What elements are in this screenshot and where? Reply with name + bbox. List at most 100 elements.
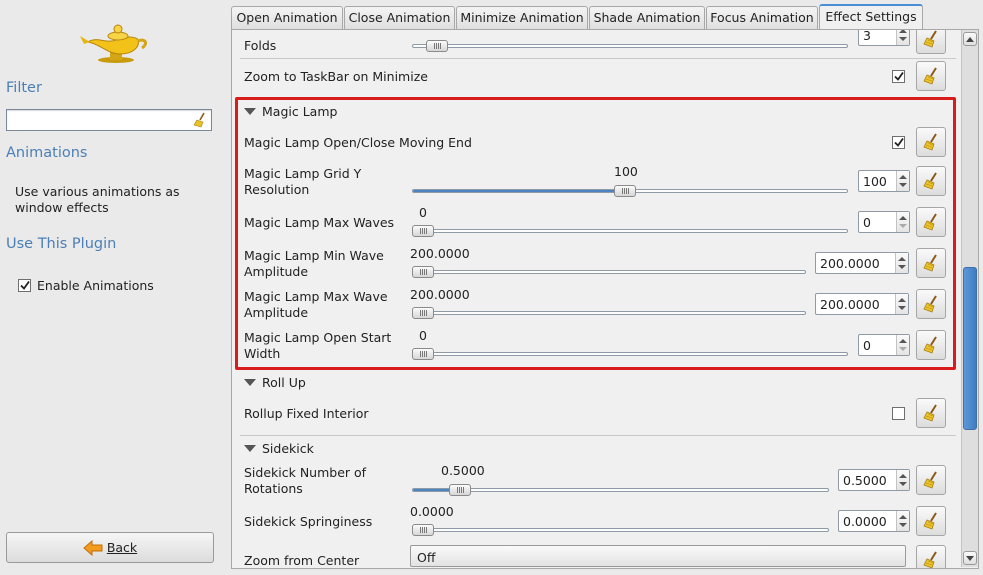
folds-reset-button[interactable] xyxy=(916,30,946,54)
plugin-description-line1: Use various animations as xyxy=(15,184,180,199)
max-amplitude-slider-value: 200.0000 xyxy=(410,287,470,302)
reset-broom-icon xyxy=(923,512,937,530)
open-start-width-slider-value: 0 xyxy=(419,328,427,343)
max-waves-label: Magic Lamp Max Waves xyxy=(244,215,395,230)
max-waves-slider-handle[interactable] xyxy=(412,225,434,237)
sidekick-springiness-spinbox[interactable]: 0.0000 xyxy=(838,510,910,532)
sidekick-rotations-slider-handle[interactable] xyxy=(449,484,471,496)
enable-animations-checkbox[interactable] xyxy=(18,279,31,292)
folds-slider[interactable] xyxy=(412,44,848,48)
roll-up-section-title[interactable]: Roll Up xyxy=(262,375,306,390)
reset-broom-icon xyxy=(923,471,937,489)
max-amplitude-value: 200.0000 xyxy=(820,297,880,312)
reset-broom-icon xyxy=(923,254,937,272)
sidekick-rotations-label-line2: Rotations xyxy=(244,481,303,496)
max-amplitude-reset-button[interactable] xyxy=(916,289,946,319)
tab-focus-animation[interactable]: Focus Animation xyxy=(706,6,818,30)
sidekick-springiness-reset-button[interactable] xyxy=(916,506,946,536)
grid-y-spinbox[interactable]: 100 xyxy=(858,170,910,192)
scroll-up-button[interactable] xyxy=(963,32,977,46)
scroll-down-button[interactable] xyxy=(963,551,977,565)
zoom-from-center-reset-button[interactable] xyxy=(916,545,946,568)
min-amplitude-slider-value: 200.0000 xyxy=(410,246,470,261)
filter-heading: Filter xyxy=(6,80,42,96)
min-amplitude-spin-arrows[interactable] xyxy=(895,253,908,273)
tab-shade-animation[interactable]: Shade Animation xyxy=(589,6,705,30)
reset-broom-icon xyxy=(923,404,937,422)
grid-y-label-line1: Magic Lamp Grid Y xyxy=(244,166,362,181)
sidekick-rotations-spin-arrows[interactable] xyxy=(896,470,909,490)
divider xyxy=(240,98,956,99)
enable-animations-label[interactable]: Enable Animations xyxy=(37,278,154,293)
open-start-width-slider-handle[interactable] xyxy=(412,348,434,360)
tab-minimize-animation[interactable]: Minimize Animation xyxy=(456,6,588,30)
min-amplitude-spinbox[interactable]: 200.0000 xyxy=(815,252,909,274)
max-waves-spinbox[interactable]: 0 xyxy=(858,211,910,233)
grid-y-reset-button[interactable] xyxy=(916,166,946,196)
min-amplitude-label-line2: Amplitude xyxy=(244,264,309,279)
sidekick-collapse-icon[interactable] xyxy=(244,445,256,452)
min-amplitude-slider-handle[interactable] xyxy=(412,266,434,278)
max-amplitude-slider-handle[interactable] xyxy=(412,307,434,319)
zoom-taskbar-checkbox[interactable] xyxy=(892,70,905,83)
tab-open-animation[interactable]: Open Animation xyxy=(231,6,343,30)
filter-field[interactable] xyxy=(6,109,212,131)
open-start-width-spin-arrows[interactable] xyxy=(896,335,909,355)
max-amplitude-spin-arrows[interactable] xyxy=(895,294,908,314)
filter-input[interactable] xyxy=(9,112,193,128)
sidekick-springiness-slider[interactable] xyxy=(412,528,829,532)
folds-slider-handle[interactable] xyxy=(426,40,448,52)
roll-up-collapse-icon[interactable] xyxy=(244,379,256,386)
zoom-from-center-value: Off xyxy=(417,550,436,565)
max-waves-reset-button[interactable] xyxy=(916,207,946,237)
min-amplitude-reset-button[interactable] xyxy=(916,248,946,278)
zoom-from-center-select[interactable]: Off xyxy=(410,545,906,567)
back-label: Back xyxy=(106,540,138,555)
sidekick-rotations-reset-button[interactable] xyxy=(916,465,946,495)
zoom-from-center-label: Zoom from Center xyxy=(244,553,360,568)
divider xyxy=(240,435,956,436)
reset-broom-icon xyxy=(923,30,937,48)
folds-spinbox[interactable]: 3 xyxy=(858,30,910,46)
open-start-width-value: 0 xyxy=(863,338,871,353)
open-start-width-spinbox[interactable]: 0 xyxy=(858,334,910,356)
reset-broom-icon xyxy=(923,551,937,568)
sidekick-springiness-slider-value: 0.0000 xyxy=(410,504,454,519)
clear-filter-broom-icon[interactable] xyxy=(192,112,208,128)
max-amplitude-slider[interactable] xyxy=(412,311,806,315)
rollup-fixed-interior-reset-button[interactable] xyxy=(916,398,946,428)
open-start-width-reset-button[interactable] xyxy=(916,330,946,360)
tab-close-animation[interactable]: Close Animation xyxy=(344,6,455,30)
max-waves-slider[interactable] xyxy=(412,229,848,233)
grid-y-spin-arrows[interactable] xyxy=(896,171,909,191)
max-amplitude-spinbox[interactable]: 200.0000 xyxy=(815,293,909,315)
grid-y-label-line2: Resolution xyxy=(244,182,310,197)
settings-scrollbar[interactable] xyxy=(961,30,978,567)
magic-lamp-section-title[interactable]: Magic Lamp xyxy=(262,104,337,119)
min-amplitude-slider[interactable] xyxy=(412,270,806,274)
tab-effect-settings[interactable]: Effect Settings xyxy=(819,4,923,31)
zoom-taskbar-reset-button[interactable] xyxy=(916,61,946,91)
sidekick-rotations-slider-value: 0.5000 xyxy=(441,463,485,478)
moving-end-reset-button[interactable] xyxy=(916,127,946,157)
open-start-width-slider[interactable] xyxy=(412,352,848,356)
max-amplitude-label-line1: Magic Lamp Max Wave xyxy=(244,289,388,304)
moving-end-checkbox[interactable] xyxy=(892,136,905,149)
sidekick-rotations-spinbox[interactable]: 0.5000 xyxy=(838,469,910,491)
sidekick-springiness-spin-arrows[interactable] xyxy=(896,511,909,531)
sidekick-rotations-slider[interactable] xyxy=(412,488,829,492)
back-button[interactable]: Back xyxy=(6,532,214,563)
max-waves-spin-arrows[interactable] xyxy=(896,212,909,232)
use-plugin-heading: Use This Plugin xyxy=(6,236,117,252)
folds-label: Folds xyxy=(244,38,277,53)
grid-y-slider-handle[interactable] xyxy=(614,185,636,197)
sidekick-section-title[interactable]: Sidekick xyxy=(262,441,314,456)
sidekick-springiness-slider-handle[interactable] xyxy=(412,524,434,536)
scrollbar-thumb[interactable] xyxy=(963,267,977,430)
rollup-fixed-interior-checkbox[interactable] xyxy=(892,407,905,420)
reset-broom-icon xyxy=(923,213,937,231)
folds-spin-arrows[interactable] xyxy=(896,30,909,45)
magic-lamp-collapse-icon[interactable] xyxy=(244,108,256,115)
divider xyxy=(240,58,956,59)
reset-broom-icon xyxy=(923,67,937,85)
